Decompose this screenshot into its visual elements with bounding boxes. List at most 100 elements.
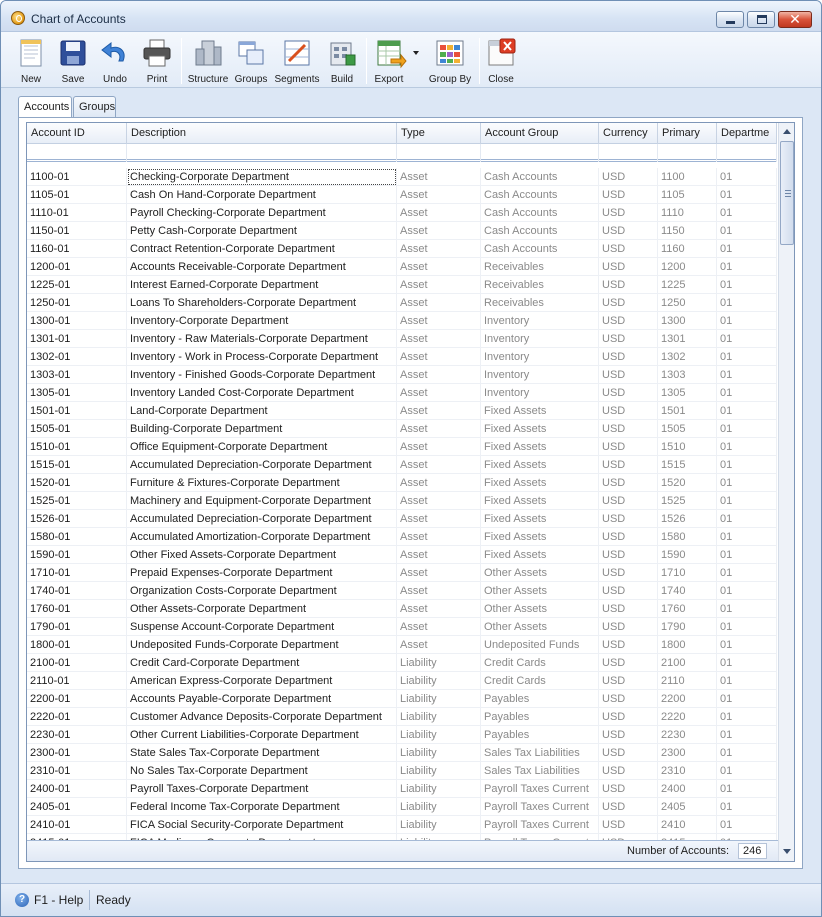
table-cell[interactable]: 1100-01 bbox=[27, 168, 127, 186]
table-cell[interactable]: 01 bbox=[717, 744, 777, 762]
tab-groups[interactable]: Groups bbox=[73, 96, 116, 118]
table-cell[interactable]: Fixed Assets bbox=[481, 474, 599, 492]
table-cell[interactable]: 2220-01 bbox=[27, 708, 127, 726]
table-cell[interactable]: Credit Card-Corporate Department bbox=[127, 654, 397, 672]
table-cell[interactable]: 2400-01 bbox=[27, 780, 127, 798]
table-cell[interactable]: 1301-01 bbox=[27, 330, 127, 348]
table-cell[interactable]: Fixed Assets bbox=[481, 420, 599, 438]
group-by-button[interactable]: Group By bbox=[425, 35, 475, 87]
table-cell[interactable]: USD bbox=[599, 546, 658, 564]
table-cell[interactable]: Sales Tax Liabilities bbox=[481, 744, 599, 762]
table-row[interactable]: 1526-01 Accumulated Depreciation-Corporat… bbox=[27, 510, 777, 528]
table-cell[interactable]: Organization Costs-Corporate Department bbox=[127, 582, 397, 600]
undo-button[interactable]: Undo bbox=[96, 35, 134, 87]
table-cell[interactable]: USD bbox=[599, 528, 658, 546]
table-cell[interactable]: Customer Advance Deposits-Corporate Depa… bbox=[127, 708, 397, 726]
table-cell[interactable]: Asset bbox=[397, 492, 481, 510]
table-row[interactable]: 2400-01 Payroll Taxes-Corporate Departmen… bbox=[27, 780, 777, 798]
table-cell[interactable]: Fixed Assets bbox=[481, 528, 599, 546]
table-cell[interactable]: Other Assets-Corporate Department bbox=[127, 600, 397, 618]
table-cell[interactable]: USD bbox=[599, 672, 658, 690]
table-cell[interactable]: Receivables bbox=[481, 276, 599, 294]
table-cell[interactable]: 01 bbox=[717, 708, 777, 726]
export-button[interactable]: Export bbox=[369, 35, 425, 87]
table-cell[interactable]: Other Assets bbox=[481, 564, 599, 582]
table-cell[interactable]: 1520-01 bbox=[27, 474, 127, 492]
table-cell[interactable]: 01 bbox=[717, 420, 777, 438]
table-cell[interactable]: 1501 bbox=[658, 402, 717, 420]
vertical-scrollbar[interactable] bbox=[778, 123, 794, 861]
table-cell[interactable]: 01 bbox=[717, 636, 777, 654]
groups-button[interactable]: Groups bbox=[232, 35, 270, 87]
table-cell[interactable]: 1710 bbox=[658, 564, 717, 582]
table-cell[interactable]: 01 bbox=[717, 474, 777, 492]
table-cell[interactable]: 01 bbox=[717, 240, 777, 258]
table-cell[interactable]: Asset bbox=[397, 348, 481, 366]
table-cell[interactable]: 01 bbox=[717, 258, 777, 276]
table-cell[interactable]: Liability bbox=[397, 708, 481, 726]
table-cell[interactable]: USD bbox=[599, 780, 658, 798]
table-cell[interactable]: Fixed Assets bbox=[481, 456, 599, 474]
table-cell[interactable]: Inventory - Finished Goods-Corporate Dep… bbox=[127, 366, 397, 384]
table-row[interactable]: 1100-01 Checking-Corporate Department Asse… bbox=[27, 168, 777, 186]
table-cell[interactable]: 01 bbox=[717, 564, 777, 582]
table-cell[interactable]: 01 bbox=[717, 402, 777, 420]
table-cell[interactable]: USD bbox=[599, 474, 658, 492]
table-row[interactable]: 1710-01 Prepaid Expenses-Corporate Depart… bbox=[27, 564, 777, 582]
table-cell[interactable]: USD bbox=[599, 636, 658, 654]
table-cell[interactable]: Asset bbox=[397, 456, 481, 474]
table-cell[interactable]: Furniture & Fixtures-Corporate Departmen… bbox=[127, 474, 397, 492]
table-cell[interactable]: Payroll Taxes-Corporate Department bbox=[127, 780, 397, 798]
table-cell[interactable]: Cash Accounts bbox=[481, 204, 599, 222]
close-window-button[interactable]: ✕ bbox=[778, 11, 812, 28]
table-cell[interactable]: USD bbox=[599, 456, 658, 474]
table-row[interactable]: 1525-01 Machinery and Equipment-Corporate… bbox=[27, 492, 777, 510]
table-row[interactable]: 1150-01 Petty Cash-Corporate Department As… bbox=[27, 222, 777, 240]
table-cell[interactable]: 1740-01 bbox=[27, 582, 127, 600]
table-cell[interactable]: Machinery and Equipment-Corporate Depart… bbox=[127, 492, 397, 510]
table-cell[interactable]: Inventory bbox=[481, 312, 599, 330]
table-cell[interactable]: 01 bbox=[717, 456, 777, 474]
table-cell[interactable]: Inventory bbox=[481, 384, 599, 402]
table-cell[interactable]: 1150 bbox=[658, 222, 717, 240]
table-cell[interactable]: FICA Social Security-Corporate Departmen… bbox=[127, 816, 397, 834]
table-cell[interactable]: American Express-Corporate Department bbox=[127, 672, 397, 690]
table-row[interactable]: 1505-01 Building-Corporate Department Asse… bbox=[27, 420, 777, 438]
build-button[interactable]: Build bbox=[323, 35, 361, 87]
table-cell[interactable]: Other Fixed Assets-Corporate Department bbox=[127, 546, 397, 564]
table-cell[interactable]: Asset bbox=[397, 186, 481, 204]
filter-cell[interactable] bbox=[599, 144, 658, 162]
table-cell[interactable]: Contract Retention-Corporate Department bbox=[127, 240, 397, 258]
table-cell[interactable]: Other Assets bbox=[481, 600, 599, 618]
table-cell[interactable]: 1526 bbox=[658, 510, 717, 528]
table-cell[interactable]: 1590-01 bbox=[27, 546, 127, 564]
table-cell[interactable]: Prepaid Expenses-Corporate Department bbox=[127, 564, 397, 582]
table-cell[interactable]: USD bbox=[599, 744, 658, 762]
column-header[interactable]: Account Group bbox=[481, 123, 599, 144]
segments-button[interactable]: Segments bbox=[274, 35, 320, 87]
table-cell[interactable]: 01 bbox=[717, 672, 777, 690]
table-cell[interactable]: USD bbox=[599, 690, 658, 708]
table-cell[interactable]: 1790-01 bbox=[27, 618, 127, 636]
table-cell[interactable]: Accounts Payable-Corporate Department bbox=[127, 690, 397, 708]
table-cell[interactable]: USD bbox=[599, 222, 658, 240]
table-cell[interactable]: 1800 bbox=[658, 636, 717, 654]
table-cell[interactable]: 01 bbox=[717, 366, 777, 384]
table-cell[interactable]: 2230 bbox=[658, 726, 717, 744]
table-cell[interactable]: Inventory bbox=[481, 330, 599, 348]
table-row[interactable]: 1740-01 Organization Costs-Corporate Depa… bbox=[27, 582, 777, 600]
table-row[interactable]: 1305-01 Inventory Landed Cost-Corporate D… bbox=[27, 384, 777, 402]
table-row[interactable]: 2230-01 Other Current Liabilities-Corpora… bbox=[27, 726, 777, 744]
table-cell[interactable]: 1590 bbox=[658, 546, 717, 564]
export-dropdown-arrow-icon[interactable] bbox=[413, 51, 419, 55]
table-cell[interactable]: USD bbox=[599, 438, 658, 456]
table-cell[interactable]: 1800-01 bbox=[27, 636, 127, 654]
table-cell[interactable]: 01 bbox=[717, 762, 777, 780]
table-row[interactable]: 1301-01 Inventory - Raw Materials-Corpora… bbox=[27, 330, 777, 348]
table-cell[interactable]: 1160-01 bbox=[27, 240, 127, 258]
table-cell[interactable]: Asset bbox=[397, 564, 481, 582]
table-cell[interactable]: Payables bbox=[481, 690, 599, 708]
table-cell[interactable]: Other Current Liabilities-Corporate Depa… bbox=[127, 726, 397, 744]
table-cell[interactable]: Petty Cash-Corporate Department bbox=[127, 222, 397, 240]
table-cell[interactable]: Accounts Receivable-Corporate Department bbox=[127, 258, 397, 276]
